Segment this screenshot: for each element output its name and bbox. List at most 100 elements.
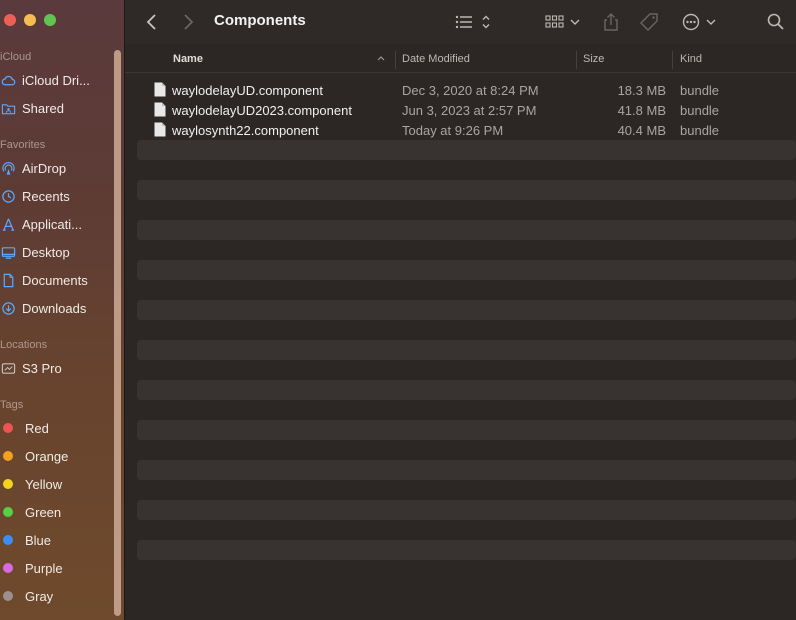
tag-color-dot: [3, 591, 13, 601]
file-icon: [154, 82, 166, 97]
sidebar-item-label: Green: [25, 504, 62, 520]
sidebar-item-label: Desktop: [22, 244, 70, 260]
sidebar-tag-red[interactable]: Red: [0, 418, 49, 438]
empty-row: [137, 380, 796, 400]
sidebar-item-label: Recents: [22, 188, 70, 204]
sidebar-item-label: Gray: [25, 588, 54, 604]
airdrop-icon: [0, 160, 16, 176]
document-icon: [0, 272, 16, 288]
sidebar-item-label: Applicati...: [22, 216, 82, 232]
file-kind: bundle: [680, 83, 720, 98]
file-kind: bundle: [680, 123, 720, 138]
tag-color-dot: [3, 479, 13, 489]
empty-row: [137, 440, 796, 460]
clock-icon: [0, 188, 16, 204]
file-list: waylodelayUD.component Dec 3, 2020 at 8:…: [137, 80, 796, 560]
sidebar-section-locations: Locations: [0, 339, 48, 351]
sidebar-tag-green[interactable]: Green: [0, 502, 61, 522]
column-size[interactable]: Size: [583, 53, 604, 65]
sidebar-item-label: Documents: [22, 272, 88, 288]
ellipsis-circle-icon[interactable]: [681, 10, 717, 34]
minimize-window-button[interactable]: [24, 14, 36, 26]
column-date-modified[interactable]: Date Modified: [402, 53, 470, 65]
sidebar-section-favorites: Favorites: [0, 139, 46, 151]
window-controls: [4, 14, 56, 26]
search-icon[interactable]: [766, 10, 786, 34]
sidebar-item-label: iCloud Dri...: [22, 72, 90, 88]
file-date: Jun 3, 2023 at 2:57 PM: [402, 103, 537, 118]
column-header: Name Date Modified Size Kind: [125, 48, 796, 73]
column-name[interactable]: Name: [173, 53, 203, 65]
file-kind: bundle: [680, 103, 720, 118]
sidebar-tag-gray[interactable]: Gray: [0, 586, 53, 606]
sidebar-tag-purple[interactable]: Purple: [0, 558, 63, 578]
sidebar-item-label: Red: [25, 420, 49, 436]
chevron-left-icon[interactable]: [145, 10, 159, 34]
applications-icon: [0, 216, 16, 232]
file-icon: [154, 122, 166, 137]
list-view-icon[interactable]: [455, 10, 493, 34]
sidebar: iCloud iCloud Dri... Shared Favorites Ai…: [0, 0, 125, 620]
sidebar-item-documents[interactable]: Documents: [0, 270, 88, 290]
file-browser: Components Name Date Modified Size Kind: [125, 0, 796, 620]
empty-row: [137, 460, 796, 480]
sidebar-tag-blue[interactable]: Blue: [0, 530, 51, 550]
sidebar-item-label: S3 Pro: [22, 360, 62, 376]
file-row[interactable]: waylodelayUD.component Dec 3, 2020 at 8:…: [137, 80, 796, 100]
column-kind[interactable]: Kind: [680, 53, 702, 65]
sidebar-section-tags: Tags: [0, 399, 24, 411]
file-size: 18.3 MB: [617, 83, 666, 98]
tag-color-dot: [3, 535, 13, 545]
empty-row: [137, 320, 796, 340]
column-divider[interactable]: [576, 51, 577, 69]
chevron-right-icon[interactable]: [181, 10, 195, 34]
empty-row: [137, 300, 796, 320]
sidebar-scrollbar[interactable]: [114, 50, 121, 616]
sidebar-item-label: Yellow: [25, 476, 63, 492]
empty-row: [137, 140, 796, 160]
empty-row: [137, 520, 796, 540]
sidebar-item-downloads[interactable]: Downloads: [0, 298, 86, 318]
file-row[interactable]: waylosynth22.component Today at 9:26 PM …: [137, 120, 796, 140]
sort-ascending-icon[interactable]: [376, 53, 386, 66]
empty-row: [137, 240, 796, 260]
close-window-button[interactable]: [4, 14, 16, 26]
column-divider[interactable]: [672, 51, 673, 69]
sidebar-tag-orange[interactable]: Orange: [0, 446, 68, 466]
zoom-window-button[interactable]: [44, 14, 56, 26]
sidebar-item-icloud-drive[interactable]: iCloud Dri...: [0, 70, 90, 90]
sidebar-item-recents[interactable]: Recents: [0, 186, 70, 206]
empty-row: [137, 180, 796, 200]
tag-icon[interactable]: [640, 10, 660, 34]
sidebar-item-label: AirDrop: [22, 160, 67, 176]
sidebar-section-icloud: iCloud: [0, 51, 32, 63]
file-name: waylodelayUD2023.component: [172, 103, 352, 118]
empty-row: [137, 220, 796, 240]
file-size: 40.4 MB: [617, 123, 666, 138]
empty-row: [137, 260, 796, 280]
empty-row: [137, 480, 796, 500]
sidebar-item-label: Purple: [25, 560, 63, 576]
empty-row: [137, 360, 796, 380]
window-title: Components: [214, 12, 306, 29]
sidebar-tag-yellow[interactable]: Yellow: [0, 474, 62, 494]
column-divider[interactable]: [395, 51, 396, 69]
empty-row: [137, 200, 796, 220]
sidebar-item-s3-pro[interactable]: S3 Pro: [0, 358, 62, 378]
sidebar-item-label: Blue: [25, 532, 52, 548]
tag-color-dot: [3, 563, 13, 573]
shared-folder-icon: [0, 100, 16, 116]
file-date: Dec 3, 2020 at 8:24 PM: [402, 83, 539, 98]
sidebar-item-airdrop[interactable]: AirDrop: [0, 158, 66, 178]
file-row[interactable]: waylodelayUD2023.component Jun 3, 2023 a…: [137, 100, 796, 120]
grid-group-icon[interactable]: [545, 10, 581, 34]
tag-color-dot: [3, 423, 13, 433]
empty-row: [137, 160, 796, 180]
sidebar-item-desktop[interactable]: Desktop: [0, 242, 70, 262]
sidebar-item-applications[interactable]: Applicati...: [0, 214, 82, 234]
share-icon[interactable]: [603, 10, 619, 34]
empty-row: [137, 420, 796, 440]
empty-row: [137, 400, 796, 420]
file-name: waylodelayUD.component: [172, 83, 324, 98]
sidebar-item-shared[interactable]: Shared: [0, 98, 64, 118]
